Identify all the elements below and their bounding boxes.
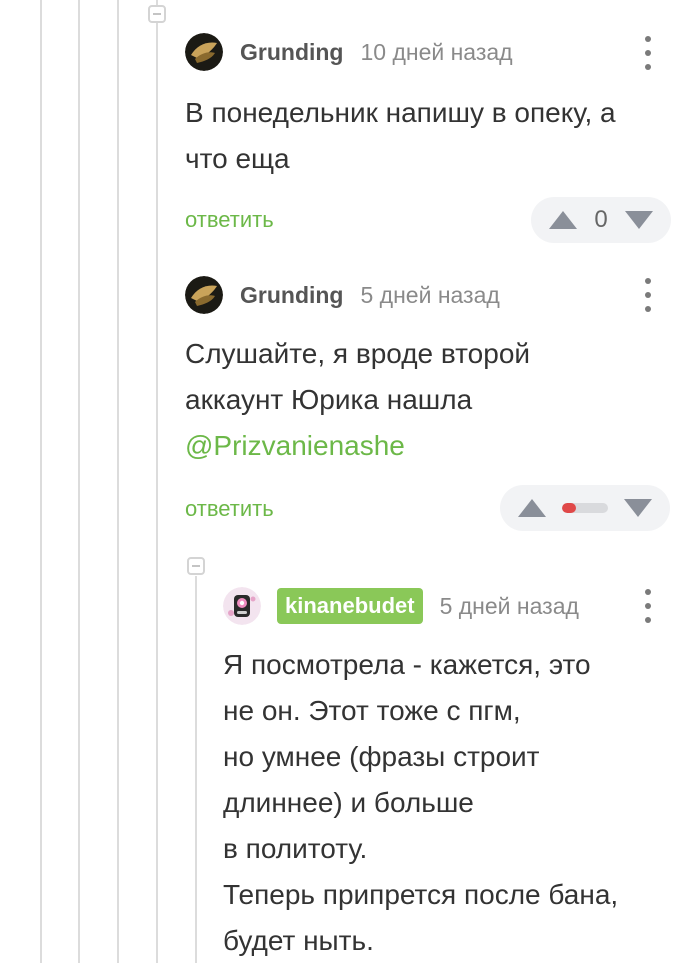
more-vertical-icon[interactable]: [644, 589, 652, 623]
mention-link[interactable]: @Prizvanienashe: [185, 423, 530, 469]
collapse-icon[interactable]: [187, 557, 205, 575]
comment-line: Теперь припрется после бана,: [223, 879, 619, 910]
comment-header: Grunding 10 дней назад: [185, 32, 513, 72]
comment-line: но умнее (фразы строит: [223, 741, 540, 772]
avatar[interactable]: [185, 33, 223, 71]
rating-control: 0: [531, 197, 671, 243]
comment-line: что еща: [185, 143, 290, 174]
timestamp[interactable]: 5 дней назад: [360, 282, 499, 309]
comment-body: Слушайте, я вроде второй аккаунт Юрика н…: [185, 331, 530, 469]
comment-header: kinanebudet 5 дней назад: [223, 586, 579, 626]
thread-line-2: [78, 0, 80, 963]
rating-bar-negative: [562, 503, 576, 513]
timestamp[interactable]: 5 дней назад: [440, 593, 579, 620]
comment-line: Я посмотрела - кажется, это: [223, 649, 591, 680]
author-name[interactable]: Grunding: [240, 282, 343, 309]
thread-line-4: [156, 0, 158, 963]
comment-body: Я посмотрела - кажется, это не он. Этот …: [223, 642, 618, 964]
comment-header: Grunding 5 дней назад: [185, 275, 500, 315]
thread-line-1: [40, 0, 42, 963]
rating-control: [500, 485, 670, 531]
rating-bar: [562, 503, 608, 513]
thread-line-5: [195, 576, 197, 963]
avatar[interactable]: [185, 276, 223, 314]
thread-line-3: [117, 0, 119, 963]
more-vertical-icon[interactable]: [644, 278, 652, 312]
rating-score: 0: [594, 206, 608, 233]
reply-link[interactable]: ответить: [185, 496, 274, 522]
downvote-icon[interactable]: [624, 499, 652, 517]
more-vertical-icon[interactable]: [644, 36, 652, 70]
author-name[interactable]: Grunding: [240, 39, 343, 66]
comment-body: В понедельник напишу в опеку, а что еща: [185, 90, 616, 182]
comment-line: аккаунт Юрика нашла: [185, 384, 473, 415]
upvote-icon[interactable]: [518, 499, 546, 517]
comment-line: Слушайте, я вроде второй: [185, 338, 531, 369]
reply-link[interactable]: ответить: [185, 207, 274, 233]
author-name[interactable]: kinanebudet: [277, 588, 423, 624]
comment-line: в политоту.: [223, 833, 368, 864]
downvote-icon[interactable]: [624, 211, 653, 229]
avatar[interactable]: [223, 587, 261, 625]
timestamp[interactable]: 10 дней назад: [360, 39, 512, 66]
collapse-icon[interactable]: [148, 5, 166, 23]
comment-line: длиннее) и больше: [223, 787, 474, 818]
comment-line: В понедельник напишу в опеку, а: [185, 97, 616, 128]
upvote-icon[interactable]: [549, 211, 577, 229]
comment-line: не он. Этот тоже с пгм,: [223, 695, 521, 726]
comment-line: будет ныть.: [223, 925, 374, 956]
